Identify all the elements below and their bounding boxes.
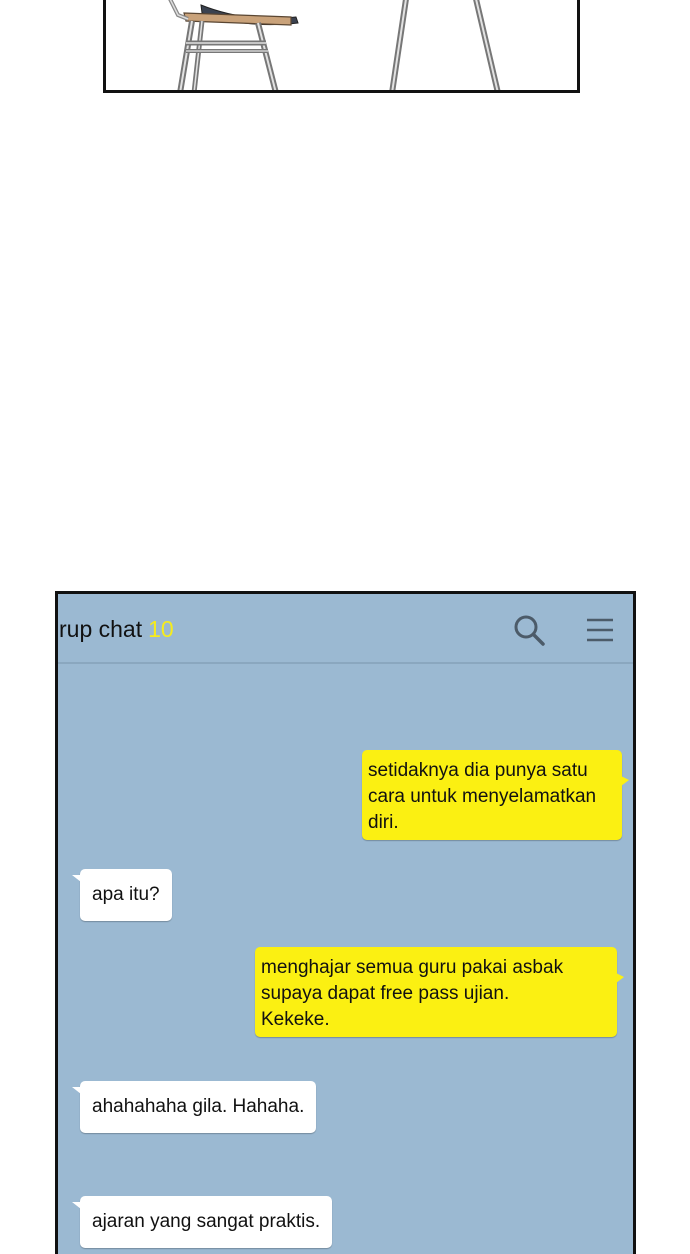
message-bubble-incoming: apa itu?	[72, 869, 172, 921]
chat-window: rup chat 10 setidaknya dia punya satu car…	[55, 591, 636, 1254]
search-button[interactable]	[511, 612, 547, 648]
message-text: setidaknya dia punya satu cara untuk men…	[368, 760, 597, 833]
comic-panel-top	[103, 0, 580, 93]
member-count: 10	[148, 616, 174, 642]
message-bubble-incoming: ajaran yang sangat praktis.	[71, 1196, 333, 1248]
menu-icon	[587, 618, 613, 642]
message-bubble-outgoing: setidaknya dia punya satu cara untuk men…	[362, 750, 629, 840]
message-bubble-outgoing: menghajar semua guru pakai asbak supaya …	[255, 947, 624, 1037]
chat-header: rup chat 10	[58, 594, 633, 664]
message-bubble-incoming: ahahahaha gila. Hahaha.	[71, 1081, 317, 1133]
search-icon	[514, 615, 545, 646]
chair-illustration	[168, 0, 501, 90]
message-text: ajaran yang sangat praktis.	[92, 1211, 321, 1232]
chat-name: rup chat	[59, 616, 143, 642]
message-text: menghajar semua guru pakai asbak supaya …	[261, 957, 564, 1030]
chat-title: rup chat 10	[59, 616, 174, 643]
menu-button[interactable]	[582, 612, 618, 648]
message-text: apa itu?	[92, 884, 160, 905]
message-text: ahahahaha gila. Hahaha.	[92, 1096, 305, 1117]
